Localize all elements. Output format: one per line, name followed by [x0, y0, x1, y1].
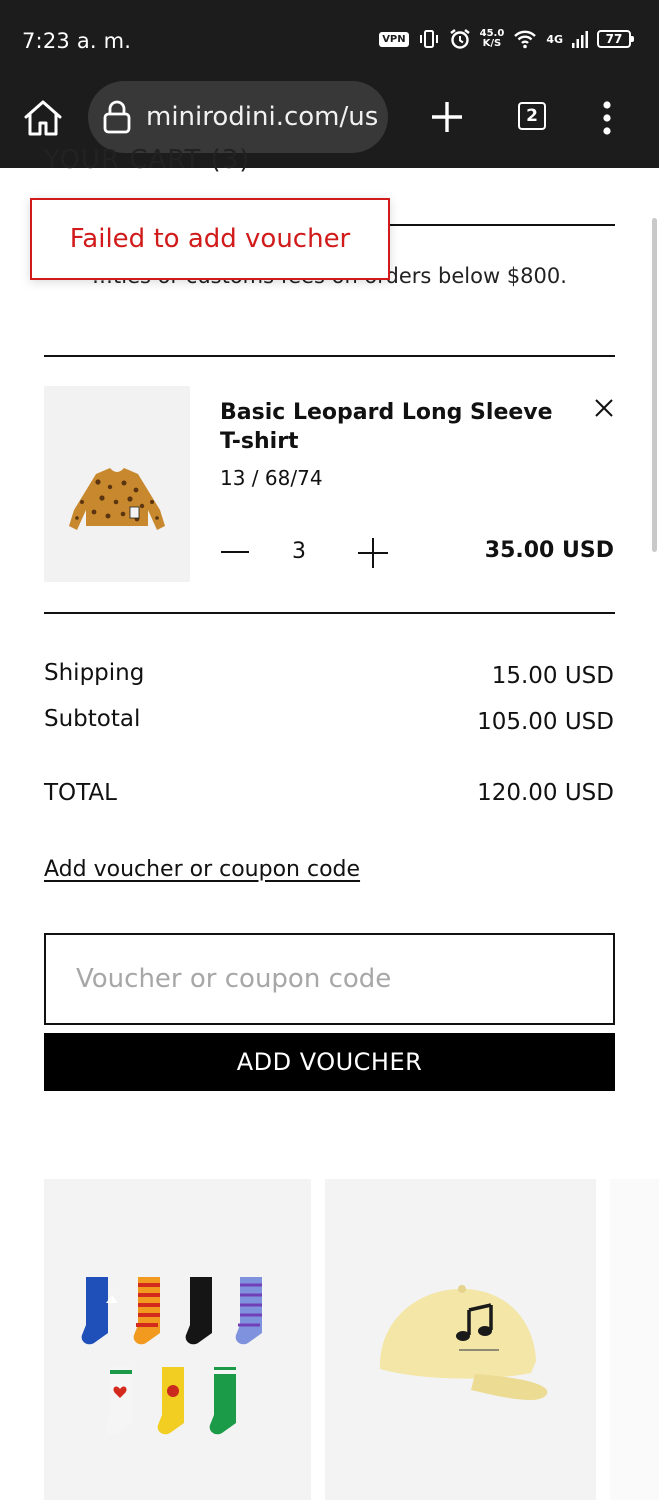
- divider: [44, 612, 615, 614]
- home-icon[interactable]: [22, 98, 64, 138]
- cap-image: [379, 1285, 548, 1400]
- lock-icon: [103, 100, 131, 134]
- status-icons: VPN 45.0 K/S 4G 77: [379, 28, 634, 50]
- shipping-value: 15.00 USD: [491, 663, 614, 689]
- vpn-icon: VPN: [379, 31, 409, 47]
- add-voucher-button[interactable]: ADD VOUCHER: [44, 1033, 615, 1091]
- total-label: TOTAL: [44, 780, 117, 806]
- network-speed: 45.0 K/S: [480, 29, 505, 49]
- plus-icon[interactable]: [357, 537, 389, 569]
- signal-icon: [572, 31, 588, 48]
- subtotal-label: Subtotal: [44, 706, 141, 732]
- battery-level: 77: [605, 32, 623, 46]
- network-type: 4G: [546, 32, 563, 46]
- product-variant: 13 / 68/74: [220, 466, 323, 490]
- close-icon[interactable]: [592, 396, 616, 420]
- error-toast-message: Failed to add voucher: [69, 224, 351, 254]
- leopard-shirt-image: [69, 468, 165, 530]
- more-vert-icon[interactable]: [598, 100, 616, 136]
- wifi-icon: [514, 30, 537, 49]
- shipping-label: Shipping: [44, 660, 145, 686]
- socks-image: [81, 1277, 262, 1435]
- alarm-icon: [449, 29, 470, 49]
- error-toast: Failed to add voucher: [30, 198, 390, 280]
- voucher-input[interactable]: [44, 933, 615, 1025]
- minus-icon[interactable]: [220, 539, 250, 565]
- vibrate-icon: [419, 30, 438, 48]
- url-text: minirodini.com/us: [146, 102, 379, 132]
- address-bar[interactable]: minirodini.com/us: [88, 81, 388, 153]
- page-scrollbar[interactable]: [652, 218, 657, 552]
- divider: [44, 355, 615, 357]
- product-card-cap[interactable]: [325, 1179, 596, 1500]
- browser-chrome: 7:23 a. m. VPN 45.0 K/S 4G 77 minirodini…: [0, 0, 659, 168]
- new-tab-plus-icon[interactable]: [430, 100, 464, 134]
- status-time: 7:23 a. m.: [22, 29, 132, 53]
- product-price: 35.00 USD: [484, 538, 614, 563]
- subtotal-value: 105.00 USD: [477, 709, 614, 735]
- product-card-partial[interactable]: [610, 1179, 659, 1500]
- product-card-socks[interactable]: [44, 1179, 311, 1500]
- net-speed-unit: K/S: [482, 38, 502, 49]
- quantity-value: 3: [292, 539, 306, 564]
- product-name[interactable]: Basic Leopard Long Sleeve T-shirt: [220, 398, 560, 456]
- add-voucher-link[interactable]: Add voucher or coupon code: [44, 857, 360, 882]
- battery-icon: 77: [597, 30, 634, 48]
- tab-switcher-icon[interactable]: 2: [518, 102, 546, 130]
- product-thumbnail[interactable]: [44, 386, 190, 582]
- tab-count: 2: [526, 106, 538, 126]
- total-value: 120.00 USD: [477, 780, 614, 806]
- cart-heading: YOUR CART (3): [44, 145, 251, 175]
